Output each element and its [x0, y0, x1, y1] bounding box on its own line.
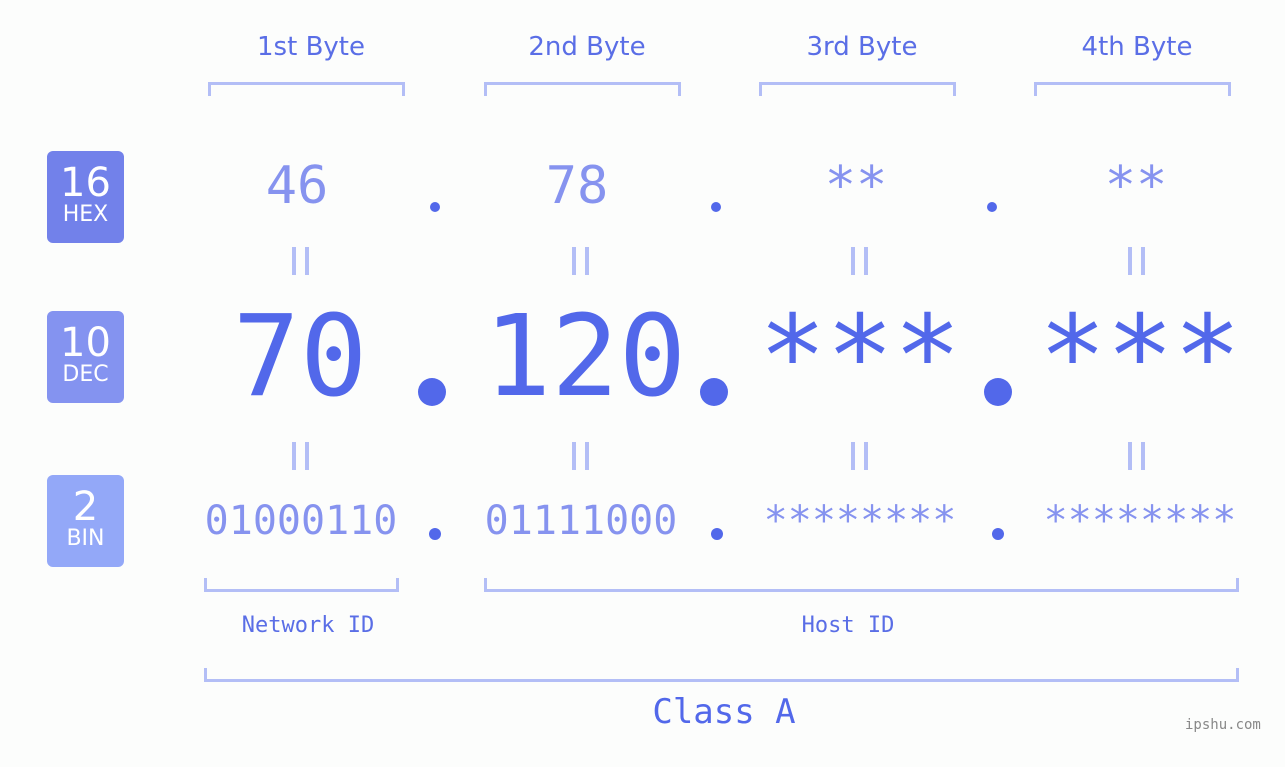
host-id-bracket — [484, 578, 1239, 592]
byte-header-2: 2nd Byte — [528, 32, 646, 62]
bin-separator-dot-1 — [429, 528, 441, 540]
dec-separator-dot-3 — [984, 378, 1012, 406]
bin-value-2: 01111000 — [484, 498, 678, 544]
class-bracket — [204, 668, 1239, 682]
hex-value-4: ** — [1104, 156, 1168, 216]
dec-base-number: 10 — [60, 320, 111, 366]
hex-separator-dot-2 — [711, 202, 721, 212]
hex-separator-dot-3 — [987, 202, 997, 212]
hex-base-label: HEX — [62, 202, 109, 227]
bin-base-label: BIN — [66, 526, 105, 551]
network-id-bracket — [204, 578, 399, 592]
byte-header-4: 4th Byte — [1081, 32, 1193, 62]
dec-value-1: 70 — [232, 292, 368, 422]
dec-badge: 10 DEC — [47, 311, 124, 403]
equals-icon — [1128, 247, 1145, 275]
byte-bracket-4 — [1034, 82, 1231, 96]
bin-value-4: ******** — [1043, 498, 1237, 544]
byte-bracket-1 — [208, 82, 405, 96]
bin-separator-dot-2 — [711, 528, 723, 540]
dec-value-4: *** — [1038, 292, 1242, 422]
hex-separator-dot-1 — [430, 202, 440, 212]
dec-separator-dot-2 — [700, 378, 728, 406]
bin-value-3: ******** — [763, 498, 957, 544]
equals-icon — [292, 442, 309, 470]
equals-icon — [572, 442, 589, 470]
dec-base-label: DEC — [62, 362, 109, 387]
hex-base-number: 16 — [60, 160, 111, 206]
equals-icon — [851, 247, 868, 275]
equals-icon — [292, 247, 309, 275]
host-id-label: Host ID — [801, 613, 895, 638]
hex-value-2: 78 — [545, 156, 609, 216]
bin-badge: 2 BIN — [47, 475, 124, 567]
dec-value-2: 120 — [483, 292, 687, 422]
bin-base-number: 2 — [72, 484, 99, 530]
bin-value-1: 01000110 — [204, 498, 398, 544]
byte-header-1: 1st Byte — [257, 32, 365, 62]
dec-value-3: *** — [758, 292, 962, 422]
bin-separator-dot-3 — [992, 528, 1004, 540]
byte-bracket-2 — [484, 82, 681, 96]
equals-icon — [572, 247, 589, 275]
byte-header-3: 3rd Byte — [806, 32, 918, 62]
dec-separator-dot-1 — [418, 378, 446, 406]
class-label: Class A — [652, 692, 796, 732]
byte-bracket-3 — [759, 82, 956, 96]
network-id-label: Network ID — [241, 613, 375, 638]
hex-badge: 16 HEX — [47, 151, 124, 243]
hex-value-1: 46 — [265, 156, 329, 216]
watermark: ipshu.com — [1185, 717, 1261, 733]
equals-icon — [851, 442, 868, 470]
hex-value-3: ** — [824, 156, 888, 216]
equals-icon — [1128, 442, 1145, 470]
